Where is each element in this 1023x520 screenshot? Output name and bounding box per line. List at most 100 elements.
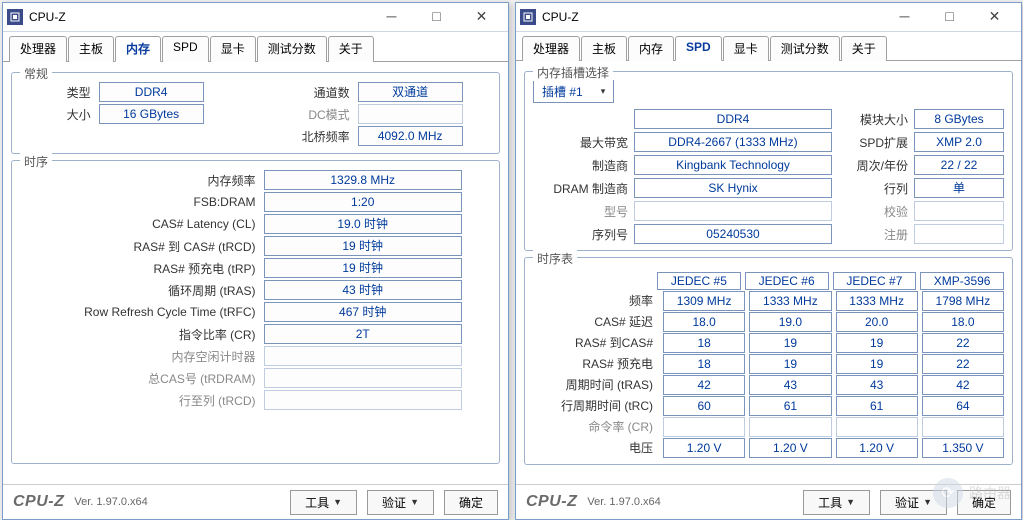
tools-button[interactable]: 工具▼ [803, 490, 870, 515]
info-value [914, 224, 1004, 244]
timing-cell: 19 [836, 333, 918, 353]
tools-button[interactable]: 工具▼ [290, 490, 357, 515]
info-value: 05240530 [634, 224, 832, 244]
timing-cell: 19 [749, 333, 831, 353]
titlebar[interactable]: CPU-Z ─ □ ✕ [516, 3, 1021, 32]
timing-label: 内存频率 [20, 172, 264, 189]
tab-3[interactable]: SPD [162, 36, 209, 62]
maximize-button[interactable]: □ [414, 2, 459, 30]
tab-5[interactable]: 测试分数 [770, 36, 840, 61]
timing-row-label: 命令率 (CR) [533, 418, 659, 435]
tab-2[interactable]: 内存 [115, 36, 161, 62]
info-value: XMP 2.0 [914, 132, 1004, 152]
minimize-button[interactable]: ─ [369, 2, 414, 30]
timing-label: RAS# 预充电 (tRP) [20, 260, 264, 277]
group-title-slot: 内存插槽选择 [533, 64, 613, 81]
value-dc-mode [358, 104, 463, 124]
close-button[interactable]: ✕ [459, 2, 504, 30]
watermark-icon: ⟳ [933, 478, 963, 508]
tab-strip: 处理器主板内存SPD显卡测试分数关于 [516, 32, 1021, 61]
ok-button[interactable]: 确定 [444, 490, 498, 515]
tab-1[interactable]: 主板 [68, 36, 114, 62]
watermark: ⟳ 路由器 [933, 478, 1011, 508]
timing-col-header: XMP-3596 [920, 272, 1004, 290]
footer: CPU-Z Ver. 1.97.0.x64 工具▼ 验证▼ 确定 [3, 484, 508, 519]
tab-strip: 处理器主板内存SPD显卡测试分数关于 [3, 32, 508, 62]
group-title-timings: 时序 [20, 153, 52, 170]
info-value: SK Hynix [634, 178, 832, 198]
chevron-down-icon: ▼ [846, 497, 855, 507]
timing-row-label: 行周期时间 (tRC) [533, 397, 659, 414]
app-icon [520, 9, 536, 25]
brand-logo: CPU-Z [526, 493, 577, 511]
group-timings: 时序 内存频率1329.8 MHzFSB:DRAM1:20CAS# Latenc… [11, 160, 500, 464]
tab-6[interactable]: 关于 [841, 36, 887, 61]
timing-cell [922, 417, 1004, 437]
timing-col-header: JEDEC #7 [833, 272, 917, 290]
label-dc-mode: DC模式 [256, 106, 358, 123]
timing-cell: 22 [922, 354, 1004, 374]
timing-row-label: CAS# 延迟 [533, 313, 659, 330]
tab-5[interactable]: 测试分数 [257, 36, 327, 62]
slot-selector[interactable]: 插槽 #1▾ [533, 80, 614, 103]
window-title: CPU-Z [542, 10, 882, 24]
tab-4[interactable]: 显卡 [210, 36, 256, 62]
tab-0[interactable]: 处理器 [9, 36, 67, 62]
timing-cell: 42 [663, 375, 745, 395]
timing-value: 19 时钟 [264, 258, 462, 278]
window-title: CPU-Z [29, 10, 369, 24]
timing-value-empty [264, 390, 462, 410]
timing-label: CAS# Latency (CL) [20, 217, 264, 231]
info-label: 注册 [838, 226, 908, 243]
chevron-down-icon: ▾ [601, 86, 606, 97]
info-label: 型号 [533, 203, 628, 220]
timing-cell [836, 417, 918, 437]
tab-0[interactable]: 处理器 [522, 36, 580, 61]
timing-col-header: JEDEC #6 [745, 272, 829, 290]
maximize-button[interactable]: □ [927, 2, 972, 30]
info-label: 最大带宽 [533, 134, 628, 151]
tab-1[interactable]: 主板 [581, 36, 627, 61]
validate-button[interactable]: 验证▼ [367, 490, 434, 515]
timing-value-empty [264, 346, 462, 366]
group-slot-select: 内存插槽选择 插槽 #1▾ DDR4模块大小8 GBytes最大带宽DDR4-2… [524, 71, 1013, 251]
info-label: DRAM 制造商 [533, 180, 628, 197]
info-value: Kingbank Technology [634, 155, 832, 175]
info-label: 模块大小 [838, 111, 908, 128]
timing-cell: 1.20 V [836, 438, 918, 458]
minimize-button[interactable]: ─ [882, 2, 927, 30]
timing-cell: 1.20 V [749, 438, 831, 458]
timing-cell: 1.350 V [922, 438, 1004, 458]
info-value [634, 201, 832, 221]
close-button[interactable]: ✕ [972, 2, 1017, 30]
info-value [914, 201, 1004, 221]
brand-logo: CPU-Z [13, 493, 64, 511]
timing-label: RAS# 到 CAS# (tRCD) [20, 238, 264, 255]
timing-cell: 1309 MHz [663, 291, 745, 311]
timing-value: 19 时钟 [264, 236, 462, 256]
timing-value: 467 时钟 [264, 302, 462, 322]
label-size: 大小 [20, 106, 99, 123]
group-title-general: 常规 [20, 65, 52, 82]
chevron-down-icon: ▼ [410, 497, 419, 507]
timing-label: 指令比率 (CR) [20, 326, 264, 343]
timing-cell: 1333 MHz [836, 291, 918, 311]
tab-3[interactable]: SPD [675, 36, 722, 61]
timing-cell: 18 [663, 333, 745, 353]
tab-4[interactable]: 显卡 [723, 36, 769, 61]
titlebar[interactable]: CPU-Z ─ □ ✕ [3, 3, 508, 32]
timing-cell: 64 [922, 396, 1004, 416]
chevron-down-icon: ▼ [923, 497, 932, 507]
info-label: 行列 [838, 180, 908, 197]
version-text: Ver. 1.97.0.x64 [74, 496, 280, 508]
group-title-timing-table: 时序表 [533, 250, 577, 267]
timing-value: 19.0 时钟 [264, 214, 462, 234]
timing-row-label: 电压 [533, 439, 659, 456]
timing-cell: 1333 MHz [749, 291, 831, 311]
label-type: 类型 [20, 84, 99, 101]
tab-2[interactable]: 内存 [628, 36, 674, 61]
timing-label-disabled: 总CAS号 (tRDRAM) [20, 370, 264, 387]
timing-cell [749, 417, 831, 437]
timing-value-empty [264, 368, 462, 388]
tab-6[interactable]: 关于 [328, 36, 374, 62]
